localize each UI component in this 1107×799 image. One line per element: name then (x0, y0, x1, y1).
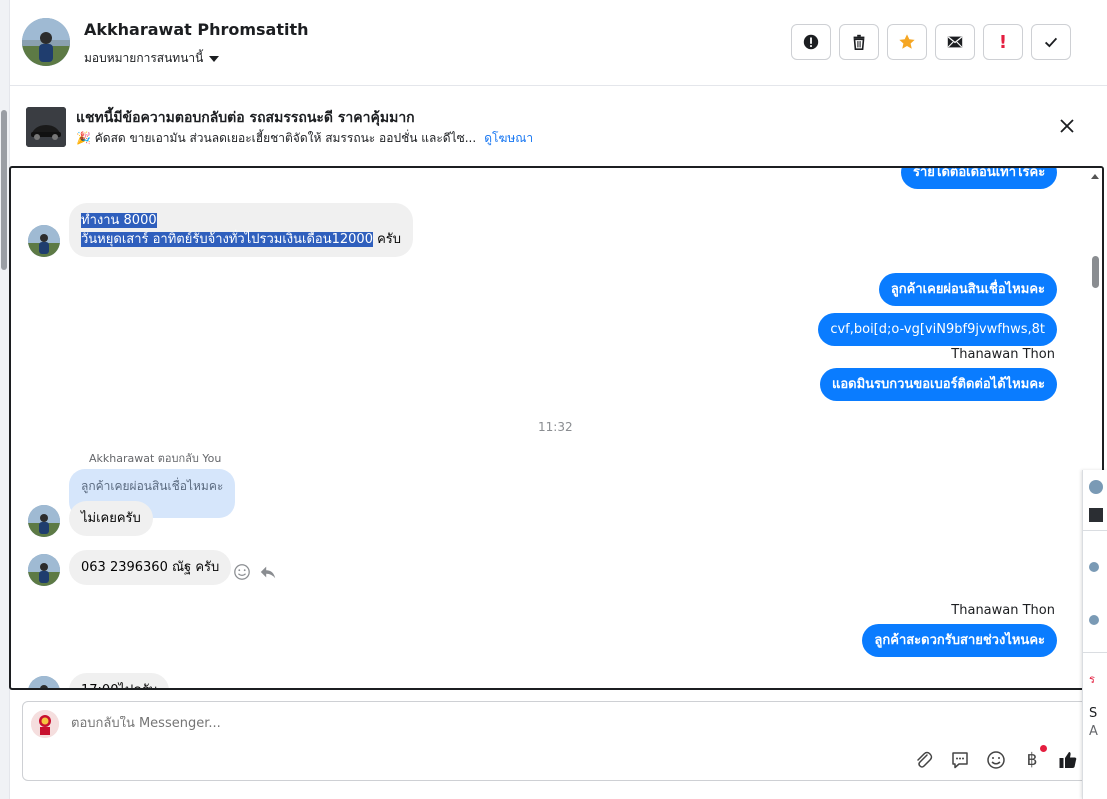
incoming-message-income[interactable]: ทำงาน 8000 วันหยุดเสาร์ อาทิตย์รับจ้างทั… (69, 203, 414, 257)
outgoing-message[interactable]: รายได้ต่อเดือนเท่าไรคะ (901, 168, 1058, 189)
divider (1083, 652, 1107, 653)
star-button[interactable] (887, 24, 927, 60)
notification-dot (1040, 745, 1047, 752)
stub-item-letter: A (1089, 724, 1098, 739)
selected-text-line2: วันหยุดเสาร์ อาทิตย์รับจ้างทั่วไปรวมเงิน… (81, 232, 373, 247)
contact-avatar[interactable] (22, 18, 70, 66)
contact-name[interactable]: Akkharawat Phromsatith (84, 20, 309, 39)
assign-label: มอบหมายการสนทนานี้ (84, 51, 204, 65)
attach-button[interactable] (913, 749, 935, 771)
view-ad-link[interactable]: ดูโฆษณา (484, 129, 533, 148)
contact-avatar-small (28, 554, 60, 586)
like-button[interactable] (1057, 749, 1079, 771)
alert-circle-icon (803, 34, 819, 50)
side-popup-panel[interactable]: ร S A (1082, 470, 1107, 799)
incoming-message[interactable]: 063 2396360 ณัฐ ครับ (69, 550, 232, 585)
selected-text-line1: ทำงาน 8000 (81, 213, 157, 228)
sender-name: Thanawan Thon (951, 347, 1055, 362)
baht-icon: ฿ (1026, 750, 1038, 770)
outgoing-message[interactable]: ลูกค้าสะดวกรับสายช่วงไหนคะ (862, 624, 1057, 657)
follow-up-button[interactable]: ! (983, 24, 1023, 60)
thread-scrollbar-thumb[interactable] (1092, 256, 1099, 288)
emoji-icon (987, 751, 1005, 769)
check-icon (1044, 37, 1058, 48)
star-icon (899, 34, 915, 49)
ad-thumbnail[interactable] (26, 107, 66, 147)
envelope-icon (947, 36, 963, 48)
message-thread[interactable]: รายได้ต่อเดือนเท่าไรคะ ทำงาน 8000 วันหยุ… (9, 166, 1104, 690)
ad-subtitle-row: 🎉 คัดสด ขายเอามัน ส่วนลดเยอะเฮี้ยชาติจัด… (76, 129, 533, 148)
contact-avatar-small (28, 676, 60, 688)
paperclip-icon (917, 751, 933, 768)
trash-icon (853, 34, 865, 51)
ad-thumbnail-tiny (1089, 508, 1103, 522)
message-text-rest: ครับ (372, 232, 402, 247)
contact-avatar-small (28, 225, 60, 257)
ad-title: แชทนี้มีข้อความตอบกลับต่อ รถสมรรถนะดี รา… (76, 110, 415, 126)
caret-down-icon (209, 55, 220, 62)
stub-item-letter: ร (1089, 673, 1095, 686)
assign-conversation-dropdown[interactable]: มอบหมายการสนทนานี้ (84, 49, 220, 68)
left-scrollbar-thumb[interactable] (1, 110, 7, 270)
outgoing-message[interactable]: แอดมินรบกวนขอเบอร์ติดต่อได้ไหมคะ (819, 368, 1057, 401)
payment-button[interactable]: ฿ (1021, 745, 1047, 771)
incoming-message[interactable]: 17:00ไปครับ (69, 673, 170, 688)
sender-name: Thanawan Thon (951, 603, 1055, 618)
ad-subtitle: 🎉 คัดสด ขายเอามัน ส่วนลดเยอะเฮี้ยชาติจัด… (76, 131, 477, 145)
message-composer: ฿ (22, 701, 1097, 781)
reply-input[interactable] (71, 716, 871, 731)
contact-avatar-tiny (1089, 615, 1099, 625)
message-timestamp: 11:32 (538, 420, 573, 434)
saved-reply-icon (952, 752, 968, 769)
outgoing-message[interactable]: ลูกค้าเคยผ่อนสินเชื่อไหมคะ (878, 273, 1057, 306)
contact-avatar-tiny (1089, 562, 1099, 572)
mark-unread-button[interactable] (935, 24, 975, 60)
composer-tools: ฿ (913, 745, 1079, 771)
contact-avatar-tiny (1089, 480, 1103, 494)
exclamation-icon: ! (998, 31, 1008, 53)
saved-replies-button[interactable] (949, 749, 971, 771)
divider (1083, 530, 1107, 531)
close-banner-button[interactable] (1056, 115, 1078, 137)
emoji-react-icon[interactable] (233, 563, 251, 581)
emoji-button[interactable] (985, 749, 1007, 771)
reply-indicator: Akkharawat ตอบกลับ You (89, 452, 222, 465)
page-avatar (31, 710, 59, 738)
mark-done-button[interactable] (1031, 24, 1071, 60)
close-icon (1060, 119, 1074, 133)
header-actions: ! (791, 24, 1071, 60)
ad-reply-banner: แชทนี้มีข้อความตอบกลับต่อ รถสมรรถนะดี รา… (10, 87, 1107, 165)
outgoing-message[interactable]: cvf,boi[d;o-vg[viN9bf9jvwfhws,8t (818, 313, 1057, 346)
conversation-header: Akkharawat Phromsatith มอบหมายการสนทนานี… (10, 0, 1107, 86)
contact-avatar-small (28, 505, 60, 537)
mark-spam-button[interactable] (791, 24, 831, 60)
scroll-up-arrow-icon[interactable] (1091, 174, 1099, 179)
incoming-message[interactable]: ไม่เคยครับ (69, 501, 153, 536)
reply-arrow-icon[interactable] (259, 563, 277, 581)
stub-item-letter: S (1089, 706, 1098, 721)
message-actions (233, 563, 277, 581)
delete-button[interactable] (839, 24, 879, 60)
thumbs-up-icon (1059, 752, 1077, 768)
